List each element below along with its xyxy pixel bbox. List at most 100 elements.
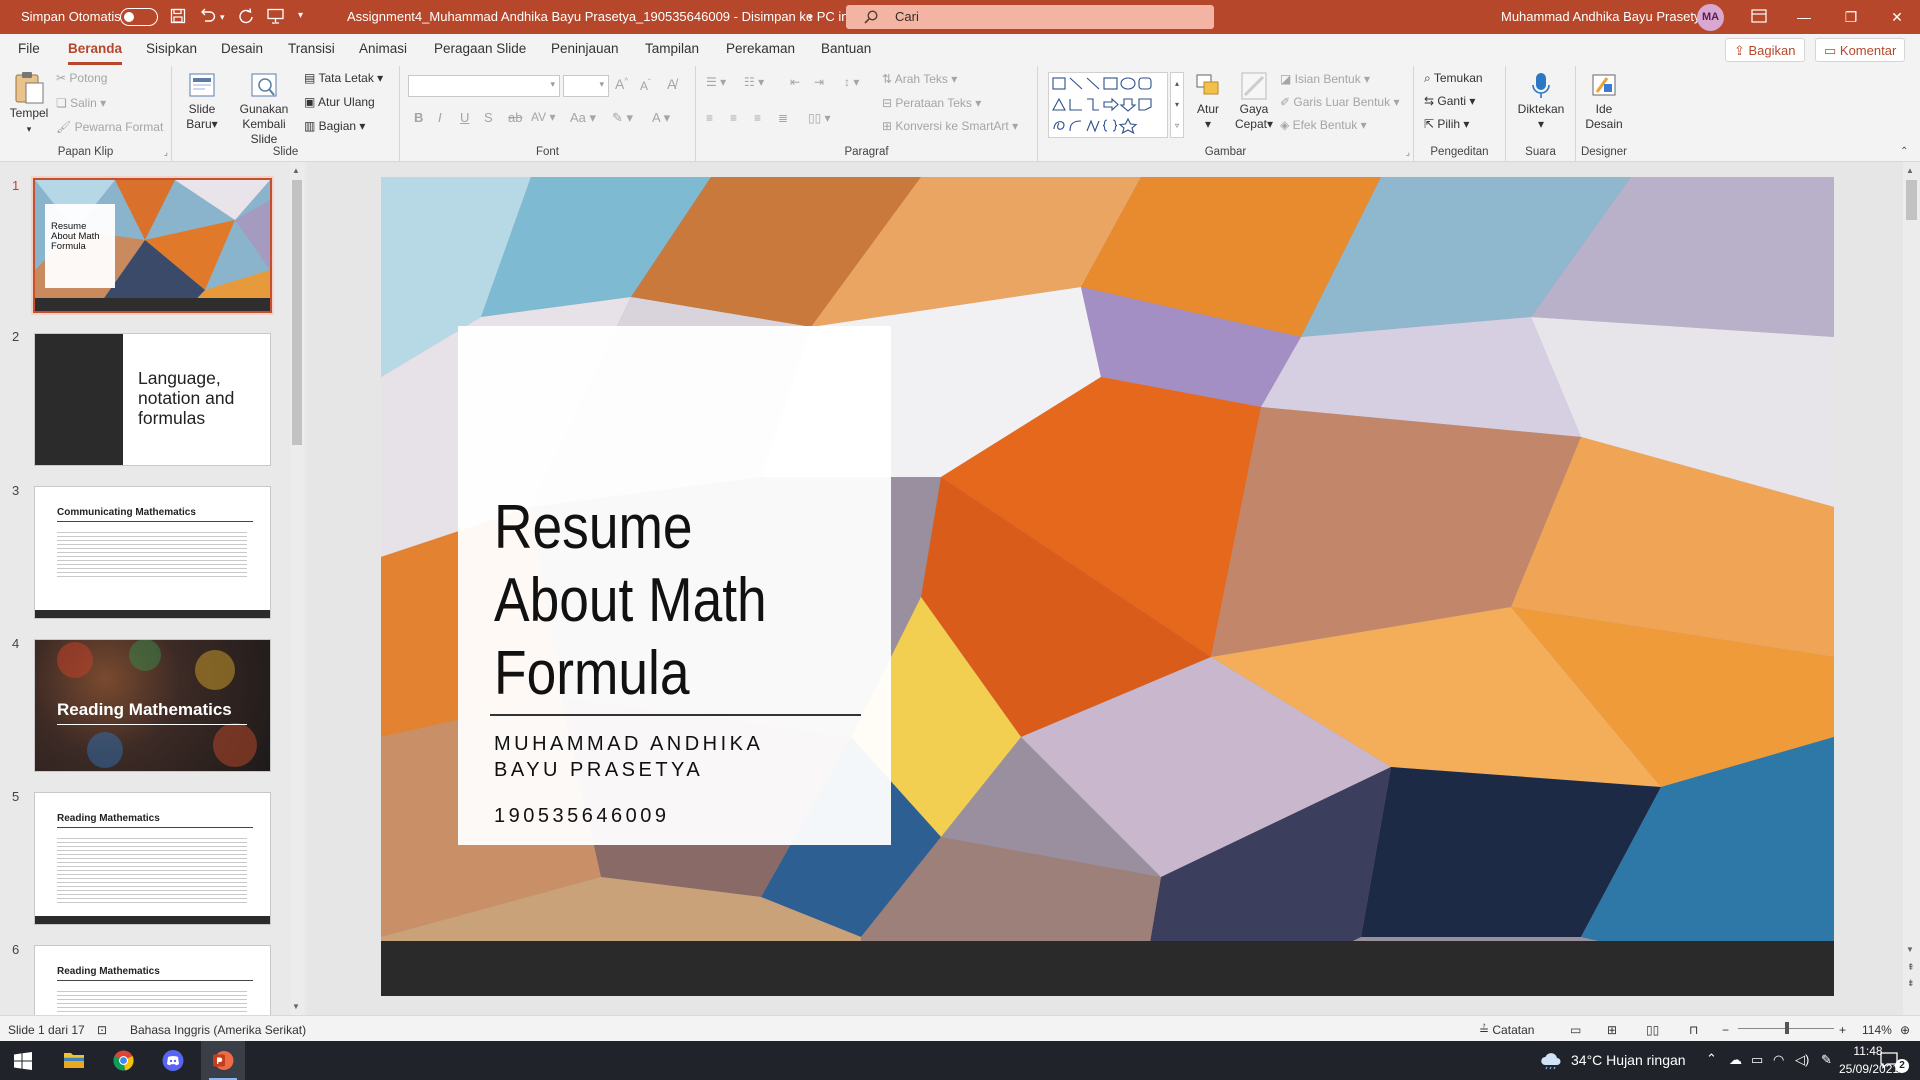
search-box[interactable]: Cari — [846, 5, 1214, 29]
line-spacing-icon[interactable]: ↕ ▾ — [844, 75, 859, 89]
undo-dropdown-icon[interactable]: ▾ — [220, 12, 225, 23]
tab-recording[interactable]: Perekaman — [726, 41, 795, 56]
smartart-button[interactable]: ⊞ Konversi ke SmartArt ▾ — [882, 119, 1018, 133]
file-explorer-icon[interactable] — [63, 1050, 85, 1070]
bold-icon[interactable]: B — [414, 110, 423, 125]
tab-slideshow[interactable]: Peragaan Slide — [434, 41, 526, 56]
reading-view-icon[interactable]: ▯▯ — [1646, 1023, 1659, 1037]
collapse-ribbon-icon[interactable]: ⌃ — [1900, 146, 1908, 157]
close-button[interactable]: ✕ — [1874, 0, 1920, 34]
shape-outline-button[interactable]: ✐ Garis Luar Bentuk ▾ — [1280, 95, 1399, 109]
accessibility-icon[interactable]: ⊡ — [97, 1023, 107, 1037]
scroll-down-icon[interactable]: ▼ — [292, 1002, 300, 1011]
align-text-button[interactable]: ⊟ Perataan Teks ▾ — [882, 96, 981, 110]
slide-thumbnail-2[interactable]: Language, notation and formulas — [35, 334, 270, 465]
shadow-icon[interactable]: S — [484, 110, 493, 125]
slide-sorter-icon[interactable]: ⊞ — [1607, 1023, 1617, 1037]
zoom-out-icon[interactable]: − — [1722, 1023, 1729, 1037]
font-name-combobox[interactable]: ▾ — [408, 75, 560, 97]
slide-thumbnail-3[interactable]: Communicating Mathematics — [35, 487, 270, 618]
title-dropdown-icon[interactable]: ▾ — [808, 12, 813, 23]
quick-styles-button[interactable]: Gaya Cepat▾ — [1232, 70, 1276, 132]
font-color-icon[interactable]: A ▾ — [652, 110, 670, 126]
tab-design[interactable]: Desain — [221, 41, 263, 56]
tab-file[interactable]: File — [18, 41, 40, 56]
editor-scrollbar[interactable]: ▲ ▼ ⇞ ⇟ — [1903, 162, 1920, 1015]
copy-button[interactable]: ❏ Salin ▾ — [56, 96, 106, 110]
decrease-font-icon[interactable]: Aˇ — [640, 78, 651, 93]
align-left-icon[interactable]: ≡ — [706, 111, 713, 125]
share-button[interactable]: ⇪ Bagikan — [1725, 38, 1805, 62]
arrange-button[interactable]: Atur ▾ — [1188, 70, 1228, 132]
comments-button[interactable]: ▭ Komentar — [1815, 38, 1906, 62]
fit-to-window-icon[interactable]: ⊕ — [1900, 1023, 1910, 1037]
windows-start-icon[interactable] — [14, 1052, 32, 1070]
justify-icon[interactable]: ≣ — [778, 111, 788, 125]
title-placeholder[interactable]: Resume About Math Formula MUHAMMAD ANDHI… — [458, 326, 891, 845]
align-center-icon[interactable]: ≡ — [730, 111, 737, 125]
undo-icon[interactable] — [199, 8, 217, 24]
dialog-launcher-icon[interactable]: ⌟ — [164, 147, 168, 158]
design-ideas-button[interactable]: Ide Desain — [1580, 70, 1628, 132]
section-button[interactable]: ▥ Bagian ▾ — [304, 119, 365, 133]
scroll-up-icon[interactable]: ▲ — [292, 166, 300, 175]
notes-button[interactable]: ≟ Catatan — [1479, 1023, 1534, 1037]
scroll-down-icon[interactable]: ▼ — [1906, 945, 1914, 954]
tab-animations[interactable]: Animasi — [359, 41, 407, 56]
redo-icon[interactable] — [238, 8, 254, 24]
onedrive-icon[interactable]: ☁ — [1729, 1052, 1742, 1068]
columns-icon[interactable]: ▯▯ ▾ — [808, 111, 831, 125]
text-direction-button[interactable]: ⇅ Arah Teks ▾ — [882, 72, 957, 86]
reset-button[interactable]: ▣ Atur Ulang — [304, 95, 375, 109]
select-button[interactable]: ⇱ Pilih ▾ — [1424, 117, 1469, 131]
new-slide-button[interactable]: Slide Baru▾ — [180, 70, 224, 132]
scroll-up-icon[interactable]: ▲ — [1906, 166, 1914, 175]
shape-fill-button[interactable]: ◪ Isian Bentuk ▾ — [1280, 72, 1370, 86]
zoom-slider-thumb[interactable] — [1785, 1022, 1789, 1034]
increase-indent-icon[interactable]: ⇥ — [814, 75, 824, 89]
reuse-slides-button[interactable]: Gunakan Kembali Slide — [232, 70, 296, 147]
dictate-button[interactable]: Diktekan ▾ — [1514, 70, 1568, 132]
dialog-launcher-icon[interactable]: ⌟ — [1406, 147, 1410, 158]
zoom-in-icon[interactable]: + — [1839, 1023, 1846, 1037]
autosave-toggle[interactable] — [120, 8, 158, 26]
shape-effects-button[interactable]: ◈ Efek Bentuk ▾ — [1280, 118, 1367, 132]
numbering-icon[interactable]: ☷ ▾ — [744, 75, 764, 89]
thumbnail-scrollbar[interactable]: ▲ ▼ — [290, 162, 304, 1015]
char-spacing-icon[interactable]: AV ▾ — [531, 110, 555, 124]
language-status[interactable]: Bahasa Inggris (Amerika Serikat) — [130, 1023, 306, 1037]
customize-qat-icon[interactable]: ▾ — [298, 10, 303, 21]
zoom-level[interactable]: 114% — [1862, 1023, 1892, 1037]
cut-button[interactable]: ✂ Potong — [56, 71, 107, 85]
layout-button[interactable]: ▤ Tata Letak ▾ — [304, 71, 383, 85]
scroll-thumb[interactable] — [1906, 180, 1917, 220]
decrease-indent-icon[interactable]: ⇤ — [790, 75, 800, 89]
slide-title[interactable]: Resume About Math Formula — [494, 491, 821, 710]
ribbon-display-icon[interactable] — [1751, 9, 1767, 23]
bullets-icon[interactable]: ☰ ▾ — [706, 75, 726, 89]
restore-button[interactable]: ❐ — [1828, 0, 1874, 34]
save-icon[interactable] — [170, 8, 186, 24]
tab-insert[interactable]: Sisipkan — [146, 41, 197, 56]
tab-home[interactable]: Beranda — [68, 41, 123, 65]
student-id[interactable]: 190535646009 — [494, 805, 669, 828]
italic-icon[interactable]: I — [438, 110, 442, 125]
document-title[interactable]: Assignment4_Muhammad Andhika Bayu Praset… — [347, 9, 851, 24]
strikethrough-icon[interactable]: ab — [508, 110, 522, 125]
wifi-icon[interactable]: ◠ — [1773, 1052, 1784, 1068]
show-hidden-icons-icon[interactable]: ⌃ — [1706, 1051, 1717, 1067]
format-painter-button[interactable]: 🖌 Pewarna Format — [56, 120, 163, 134]
minimize-button[interactable]: — — [1781, 0, 1827, 34]
weather-text[interactable]: 34°C Hujan ringan — [1571, 1052, 1686, 1068]
increase-font-icon[interactable]: A^ — [615, 76, 628, 92]
slide-thumbnail-5[interactable]: Reading Mathematics — [35, 793, 270, 924]
change-case-icon[interactable]: Aa ▾ — [570, 110, 596, 126]
paste-button[interactable]: Tempel ▾ — [8, 70, 50, 137]
powerpoint-taskbar-button[interactable] — [201, 1041, 245, 1080]
pen-workspace-icon[interactable]: ✎ — [1821, 1052, 1832, 1068]
author-line-1[interactable]: MUHAMMAD ANDHIKA — [494, 733, 763, 756]
previous-slide-icon[interactable]: ⇞ — [1907, 962, 1915, 973]
find-button[interactable]: ⌕ Temukan — [1424, 71, 1483, 86]
slide-thumbnail-6[interactable]: Reading Mathematics — [35, 946, 270, 1015]
slideshow-view-icon[interactable]: ⊓ — [1689, 1023, 1698, 1037]
